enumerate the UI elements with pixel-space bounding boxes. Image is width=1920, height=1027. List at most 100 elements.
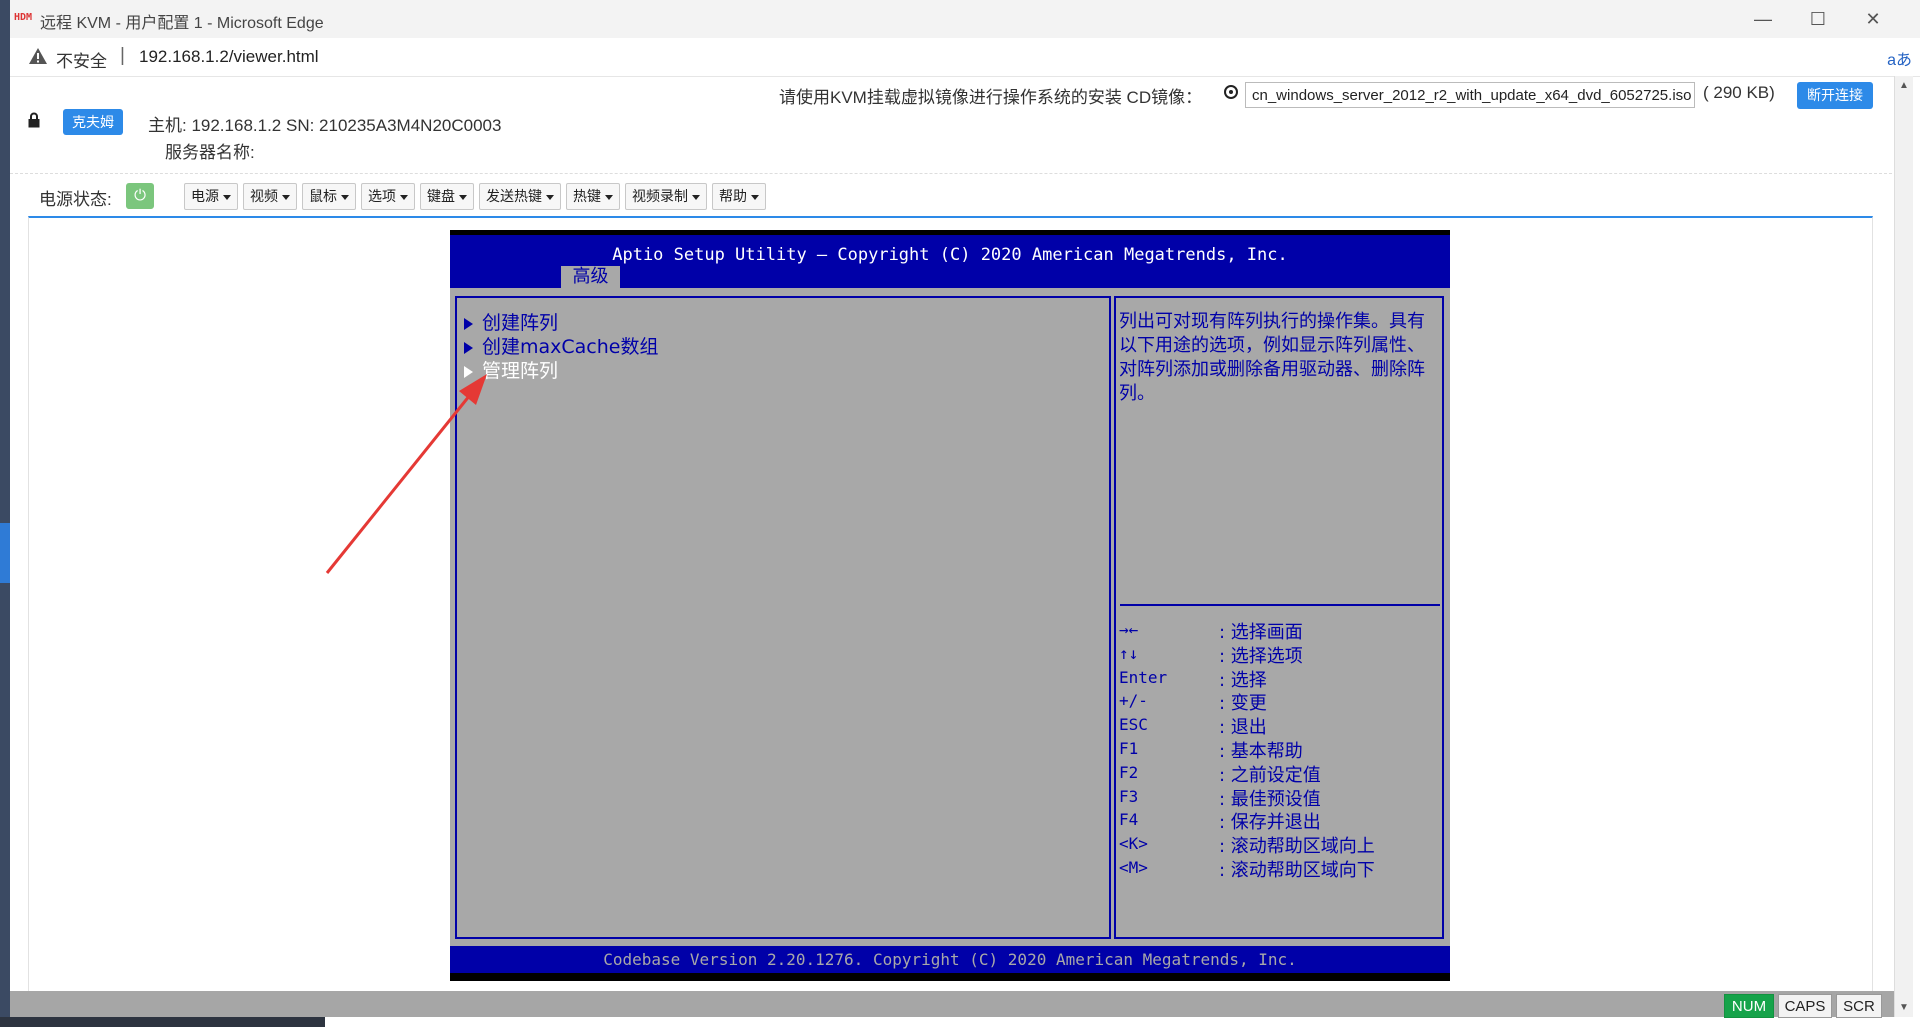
key-desc: : 最佳预设值 (1219, 788, 1321, 810)
user-button[interactable]: 克夫姆 (63, 109, 123, 135)
key-name: F1 (1119, 738, 1139, 758)
desktop-taskbar-edge (0, 1017, 325, 1027)
key-row: F2: 之前设定值 (1119, 761, 1439, 786)
caps-lock-indicator[interactable]: CAPS (1778, 994, 1832, 1018)
bios-screen[interactable]: Aptio Setup Utility – Copyright (C) 2020… (450, 230, 1450, 981)
bios-item-create-array[interactable]: 创建阵列 (464, 308, 558, 335)
menu-video[interactable]: 视频 (243, 183, 297, 210)
menu-hotkey-label: 热键 (573, 188, 601, 204)
chevron-down-icon (459, 194, 467, 200)
power-status-label: 电源状态: (39, 190, 112, 209)
key-name: ESC (1119, 715, 1148, 735)
menu-hotkey[interactable]: 热键 (566, 183, 620, 210)
cd-image-hint: 请使用KVM挂载虚拟镜像进行操作系统的安装 CD镜像： (779, 88, 1203, 107)
address-bar: 不安全 | 192.168.1.2/viewer.html aあ (10, 38, 1920, 77)
menu-video-record[interactable]: 视频录制 (625, 183, 707, 210)
key-name: →← (1119, 620, 1139, 639)
menu-video-record-label: 视频录制 (632, 188, 688, 204)
menu-options-label: 选项 (368, 188, 396, 204)
key-row: <M>: 滚动帮助区域向下 (1119, 856, 1439, 881)
scroll-lock-indicator[interactable]: SCR (1836, 994, 1882, 1018)
key-desc: : 之前设定值 (1219, 764, 1321, 786)
chevron-down-icon (751, 194, 759, 200)
warning-icon[interactable] (28, 47, 48, 65)
menu-power[interactable]: 电源 (184, 183, 238, 210)
menu-video-label: 视频 (250, 188, 278, 204)
maximize-button[interactable]: ☐ (1801, 6, 1835, 32)
menu-help-label: 帮助 (719, 188, 747, 204)
triangle-right-icon (464, 341, 473, 354)
menu-keyboard[interactable]: 键盘 (420, 183, 474, 210)
bios-key-legend: →←: 选择画面 ↑↓: 选择选项 Enter: 选择 +/-: 变更 ESC:… (1119, 618, 1439, 881)
num-lock-indicator[interactable]: NUM (1724, 994, 1774, 1018)
chevron-down-icon (282, 194, 290, 200)
key-row: →← : 选择画面 (1119, 618, 1439, 643)
power-icon[interactable]: ⏻ (126, 183, 154, 209)
menu-power-label: 电源 (191, 188, 219, 204)
host-info: 主机: 192.168.1.2 SN: 210235A3M4N20C0003 (148, 116, 502, 135)
scroll-down-arrow-icon[interactable]: ▼ (1899, 1002, 1909, 1013)
read-aloud-icon[interactable]: aあ (1887, 46, 1912, 70)
header-divider (10, 173, 1892, 174)
bios-menu-panel: 创建阵列 创建maxCache数组 管理阵列 (455, 296, 1111, 939)
menu-help[interactable]: 帮助 (712, 183, 766, 210)
key-name: F4 (1119, 810, 1139, 830)
cd-image-size: ( 290 KB) (1703, 83, 1775, 102)
app-icon: HDM (14, 12, 33, 23)
key-row: F1 : 基本帮助 (1119, 737, 1439, 762)
url-field[interactable]: 192.168.1.2/viewer.html (139, 47, 319, 67)
desktop-edge (0, 0, 10, 1027)
key-desc: : 退出 (1219, 717, 1267, 739)
vertical-scrollbar[interactable]: ▲ ▼ (1894, 76, 1913, 1017)
key-desc: : 选择画面 (1219, 622, 1303, 643)
key-desc: : 选择选项 (1219, 645, 1303, 667)
bios-item-label: 创建阵列 (482, 312, 559, 334)
key-name: <K> (1119, 834, 1148, 854)
key-desc: : 基本帮助 (1219, 740, 1303, 762)
triangle-right-icon (464, 365, 473, 378)
security-label[interactable]: 不安全 (56, 47, 107, 72)
bios-help-divider (1120, 604, 1440, 606)
key-row: +/-: 变更 (1119, 689, 1439, 714)
key-row: ESC : 退出 (1119, 713, 1439, 739)
bios-item-label: 创建maxCache数组 (482, 336, 659, 358)
bios-help-panel: 列出可对现有阵列执行的操作集。具有以下用途的选项，例如显示阵列属性、对阵列添加或… (1114, 296, 1444, 939)
window-title: 远程 KVM - 用户配置 1 - Microsoft Edge (40, 15, 324, 32)
address-separator: | (120, 45, 125, 66)
key-row: <K>: 滚动帮助区域向上 (1119, 832, 1439, 857)
bios-footer: Codebase Version 2.20.1276. Copyright (C… (450, 946, 1450, 973)
key-desc: : 滚动帮助区域向下 (1219, 859, 1375, 881)
minimize-button[interactable]: — (1746, 6, 1780, 32)
bios-item-manage-array[interactable]: 管理阵列 (464, 356, 558, 383)
disconnect-button[interactable]: 断开连接 (1797, 82, 1873, 109)
cd-image-file[interactable]: cn_windows_server_2012_r2_with_update_x6… (1245, 82, 1695, 108)
menu-send-hotkey[interactable]: 发送热键 (479, 183, 561, 210)
key-row: F4 : 保存并退出 (1119, 808, 1439, 834)
kvm-status-bar (10, 991, 1894, 1017)
key-name: F3 (1119, 786, 1139, 806)
chevron-down-icon (605, 194, 613, 200)
triangle-right-icon (464, 317, 473, 330)
bios-item-create-maxcache[interactable]: 创建maxCache数组 (464, 332, 658, 359)
bios-tab-advanced[interactable]: 高级 (561, 266, 620, 288)
chevron-down-icon (400, 194, 408, 200)
bios-footer-text: Codebase Version 2.20.1276. Copyright (C… (603, 950, 1297, 969)
kvm-menu-bar: 电源 视频 鼠标 选项 键盘 发送热键 热键 视频录制 帮助 (184, 183, 766, 210)
cd-image-radio[interactable] (1224, 85, 1238, 99)
bios-help-text: 列出可对现有阵列执行的操作集。具有以下用途的选项，例如显示阵列属性、对阵列添加或… (1119, 311, 1425, 404)
bios-body: 创建阵列 创建maxCache数组 管理阵列 列出可对现有阵列执行的操作集。具有… (450, 288, 1450, 946)
close-button[interactable]: ✕ (1856, 6, 1890, 32)
chevron-down-icon (692, 194, 700, 200)
key-row: F3 : 最佳预设值 (1119, 785, 1439, 810)
key-row: Enter : 选择 (1119, 666, 1439, 691)
bios-item-label: 管理阵列 (482, 360, 559, 382)
scroll-up-arrow-icon[interactable]: ▲ (1899, 80, 1909, 91)
bios-title: Aptio Setup Utility – Copyright (C) 2020… (612, 245, 1288, 265)
key-name: Enter (1119, 667, 1168, 687)
key-desc: : 选择 (1219, 669, 1267, 691)
menu-keyboard-label: 键盘 (427, 188, 455, 204)
menu-mouse-label: 鼠标 (309, 188, 337, 204)
key-desc: : 保存并退出 (1219, 812, 1321, 834)
menu-options[interactable]: 选项 (361, 183, 415, 210)
menu-mouse[interactable]: 鼠标 (302, 183, 356, 210)
